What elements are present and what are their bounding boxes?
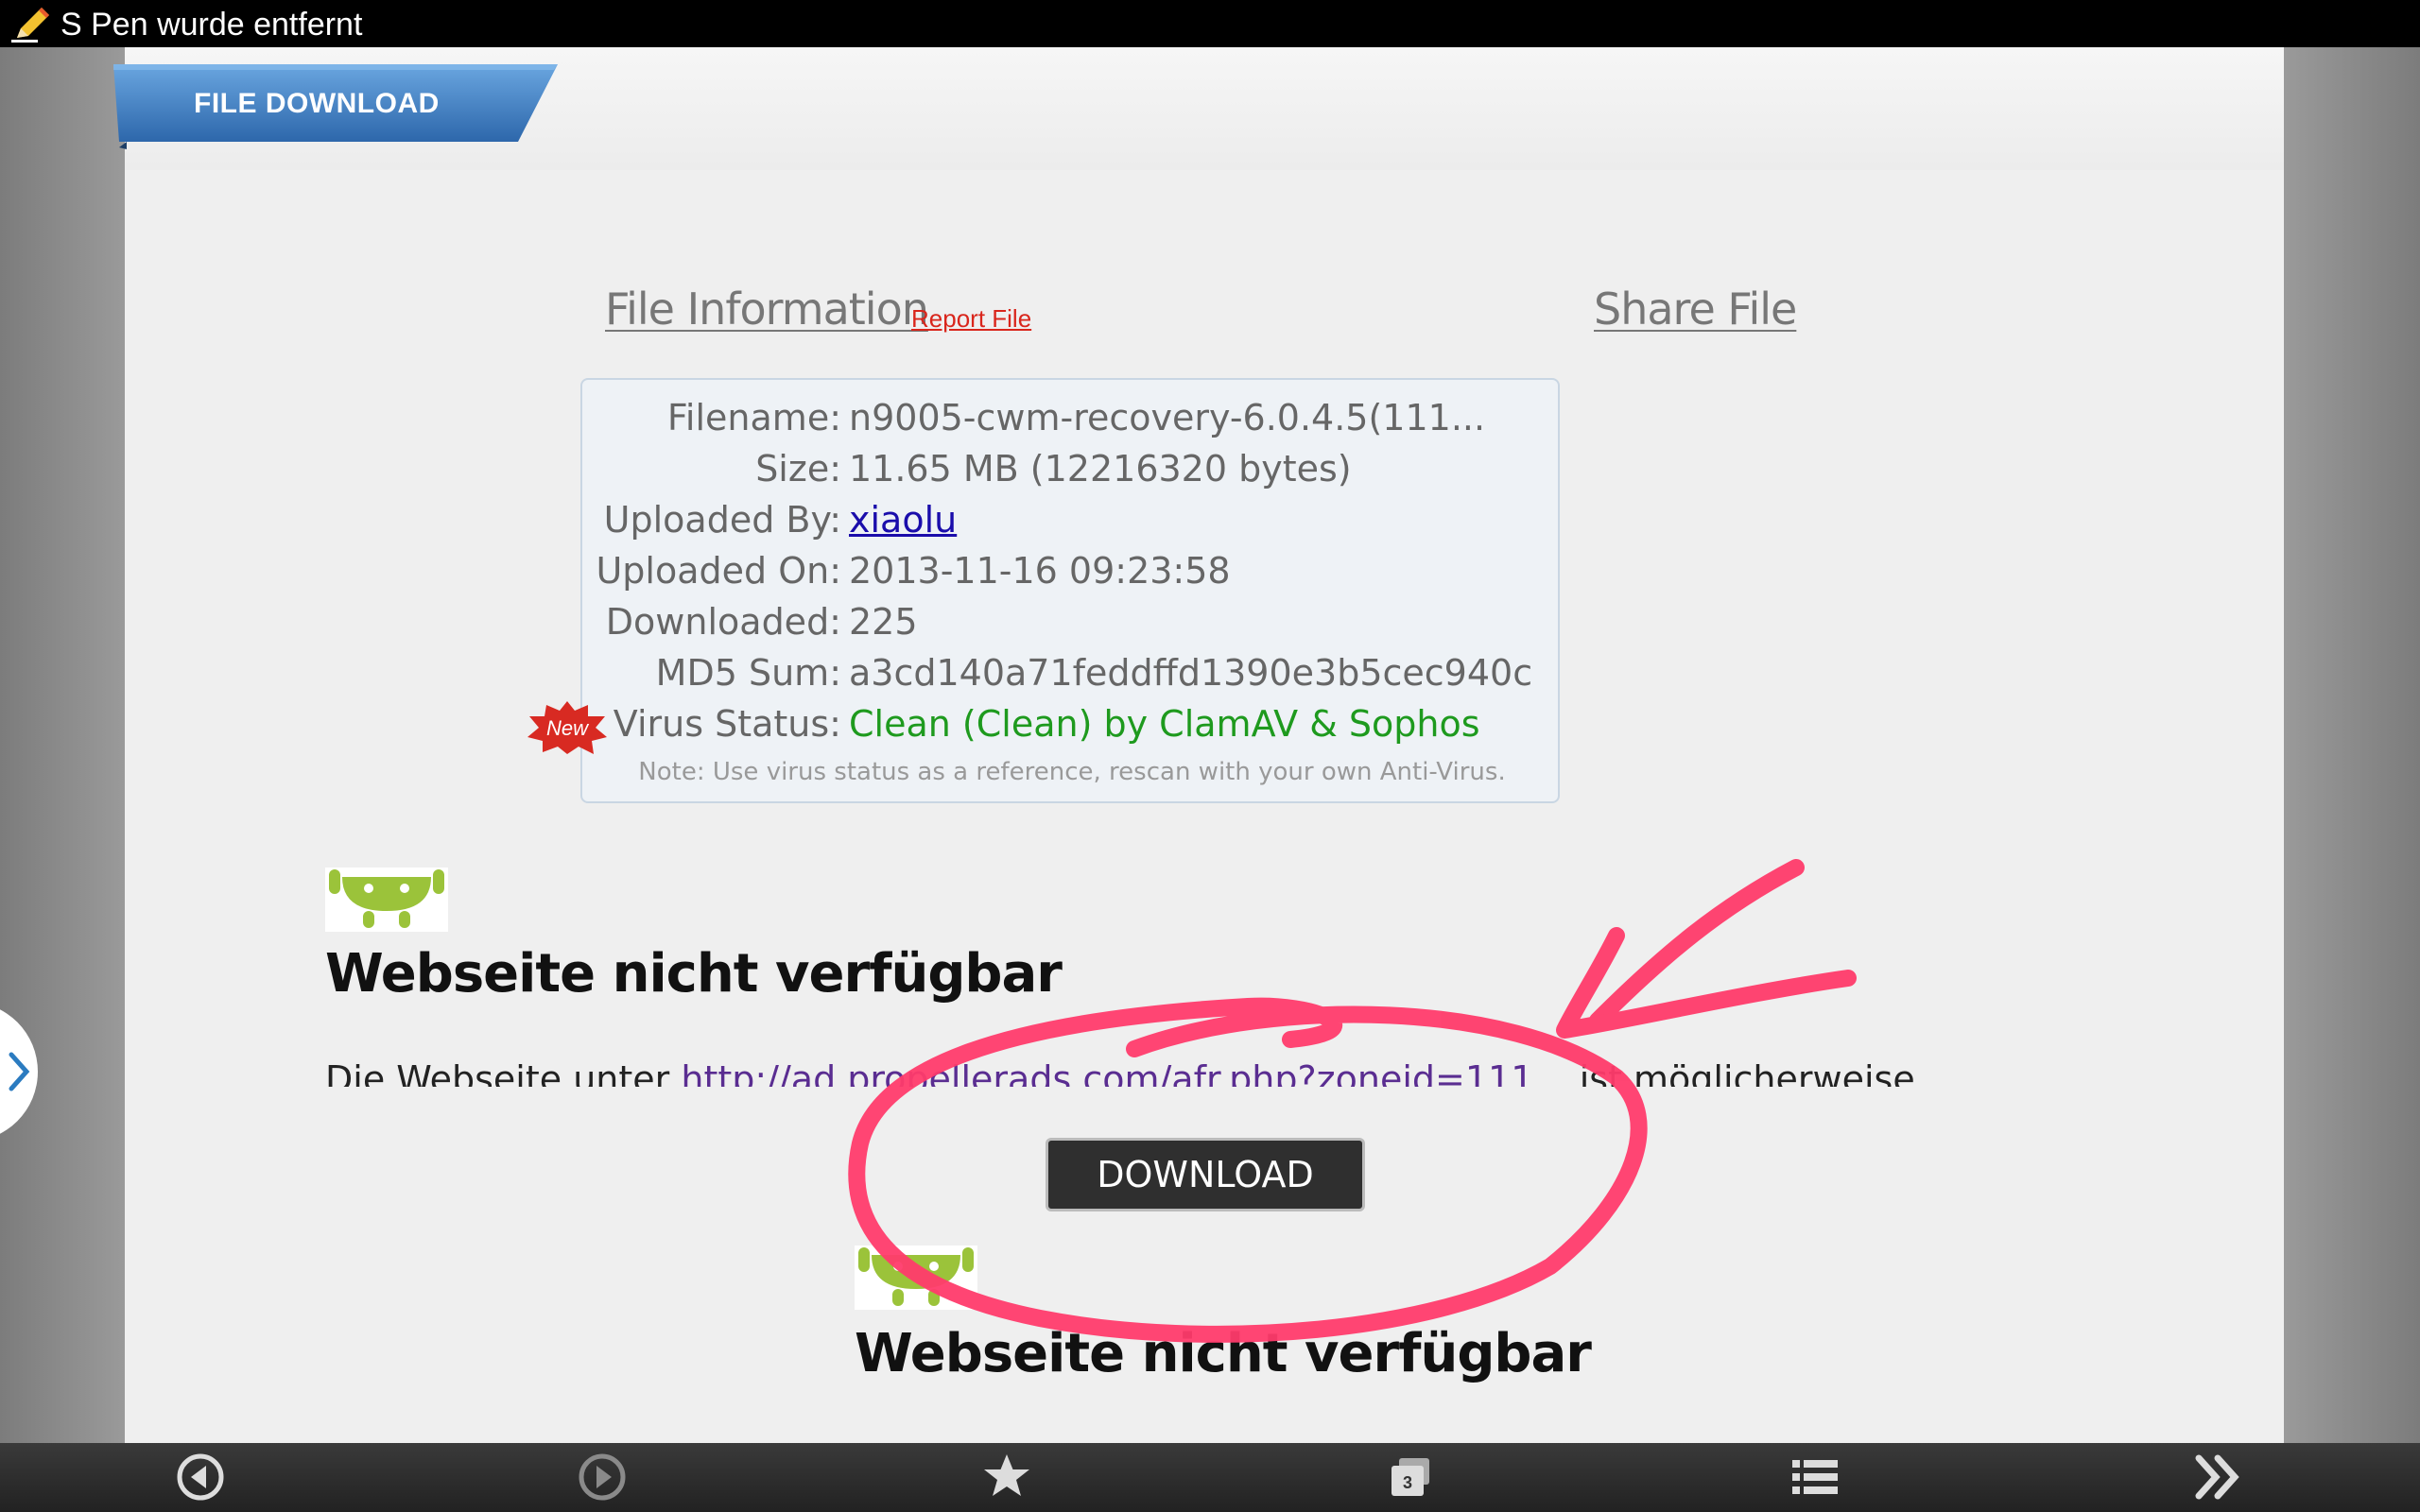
md5-label: MD5 Sum: <box>655 652 841 694</box>
uploader-link[interactable]: xiaolu <box>849 499 957 541</box>
ad-url-link[interactable]: http://ad.propellerads.com/afr.php?zonei… <box>681 1058 1567 1087</box>
back-icon[interactable] <box>172 1449 229 1505</box>
right-margin <box>2284 47 2420 1443</box>
chevron-right-icon <box>9 1052 30 1091</box>
uploaded-on-value: 2013-11-16 09:23:58 <box>849 550 1231 592</box>
tabs-icon[interactable]: 3 <box>1382 1449 1439 1505</box>
info-row-size: Size: 11.65 MB (12216320 bytes) <box>582 448 1562 499</box>
download-button[interactable]: DOWNLOAD <box>1046 1138 1365 1211</box>
info-row-md5: MD5 Sum: a3cd140a71feddffd1390e3b5cec940… <box>582 652 1562 703</box>
file-info-box: Filename: n9005-cwm-recovery-6.0.4.5(111… <box>580 378 1560 803</box>
android-icon-2 <box>855 1246 977 1310</box>
uploaded-on-label: Uploaded On: <box>596 550 841 592</box>
filename-label: Filename: <box>666 397 841 438</box>
downloaded-label: Downloaded: <box>605 601 841 643</box>
virus-status-value: Clean (Clean) by ClamAV & Sophos <box>849 703 1480 745</box>
error-title-2: Webseite nicht verfügbar <box>855 1323 1592 1384</box>
size-label: Size: <box>755 448 841 490</box>
status-message: S Pen wurde entfernt <box>60 7 363 43</box>
error-text-suffix: ist möglicherweise <box>1567 1058 1913 1087</box>
error-message: Die Webseite unter http://ad.propellerad… <box>325 1051 1913 1087</box>
tabs-count: 3 <box>1403 1473 1412 1492</box>
info-row-uploaded-on: Uploaded On: 2013-11-16 09:23:58 <box>582 550 1562 601</box>
virus-status-label: Virus Status: <box>613 703 841 745</box>
new-badge-text: New <box>546 716 590 740</box>
virus-note: Note: Use virus status as a reference, r… <box>638 758 1506 786</box>
error-message-clip: Die Webseite unter http://ad.propellerad… <box>325 1051 1913 1087</box>
report-file-link[interactable]: Report File <box>911 304 1031 334</box>
file-download-label: FILE DOWNLOAD <box>194 88 440 119</box>
info-row-uploaded-by: Uploaded By: xiaolu <box>582 499 1562 550</box>
bookmark-star-icon[interactable] <box>978 1449 1035 1505</box>
more-chevron-icon[interactable] <box>2189 1449 2246 1505</box>
info-row-virus-status: Virus Status: Clean (Clean) by ClamAV & … <box>582 703 1562 754</box>
forward-icon[interactable] <box>574 1449 631 1505</box>
md5-value: a3cd140a71feddffd1390e3b5cec940c <box>849 652 1533 694</box>
bottom-navigation-bar <box>0 1443 2420 1512</box>
error-title: Webseite nicht verfügbar <box>325 943 1063 1005</box>
menu-list-icon[interactable] <box>1787 1449 1843 1505</box>
new-badge: New <box>527 701 607 754</box>
size-value: 11.65 MB (12216320 bytes) <box>849 448 1352 490</box>
status-bar: S Pen wurde entfernt <box>0 0 2420 47</box>
file-information-title: File Information <box>605 284 929 335</box>
info-row-downloaded: Downloaded: 225 <box>582 601 1562 652</box>
share-file-title[interactable]: Share File <box>1594 284 1797 335</box>
filename-value: n9005-cwm-recovery-6.0.4.5(111... <box>849 397 1486 438</box>
left-margin <box>0 47 125 1443</box>
android-icon <box>325 868 448 932</box>
downloaded-value: 225 <box>849 601 918 643</box>
error-text-prefix: Die Webseite unter <box>325 1058 682 1087</box>
pencil-icon <box>11 8 49 43</box>
uploaded-by-label: Uploaded By: <box>603 499 841 541</box>
info-row-filename: Filename: n9005-cwm-recovery-6.0.4.5(111… <box>582 397 1562 448</box>
